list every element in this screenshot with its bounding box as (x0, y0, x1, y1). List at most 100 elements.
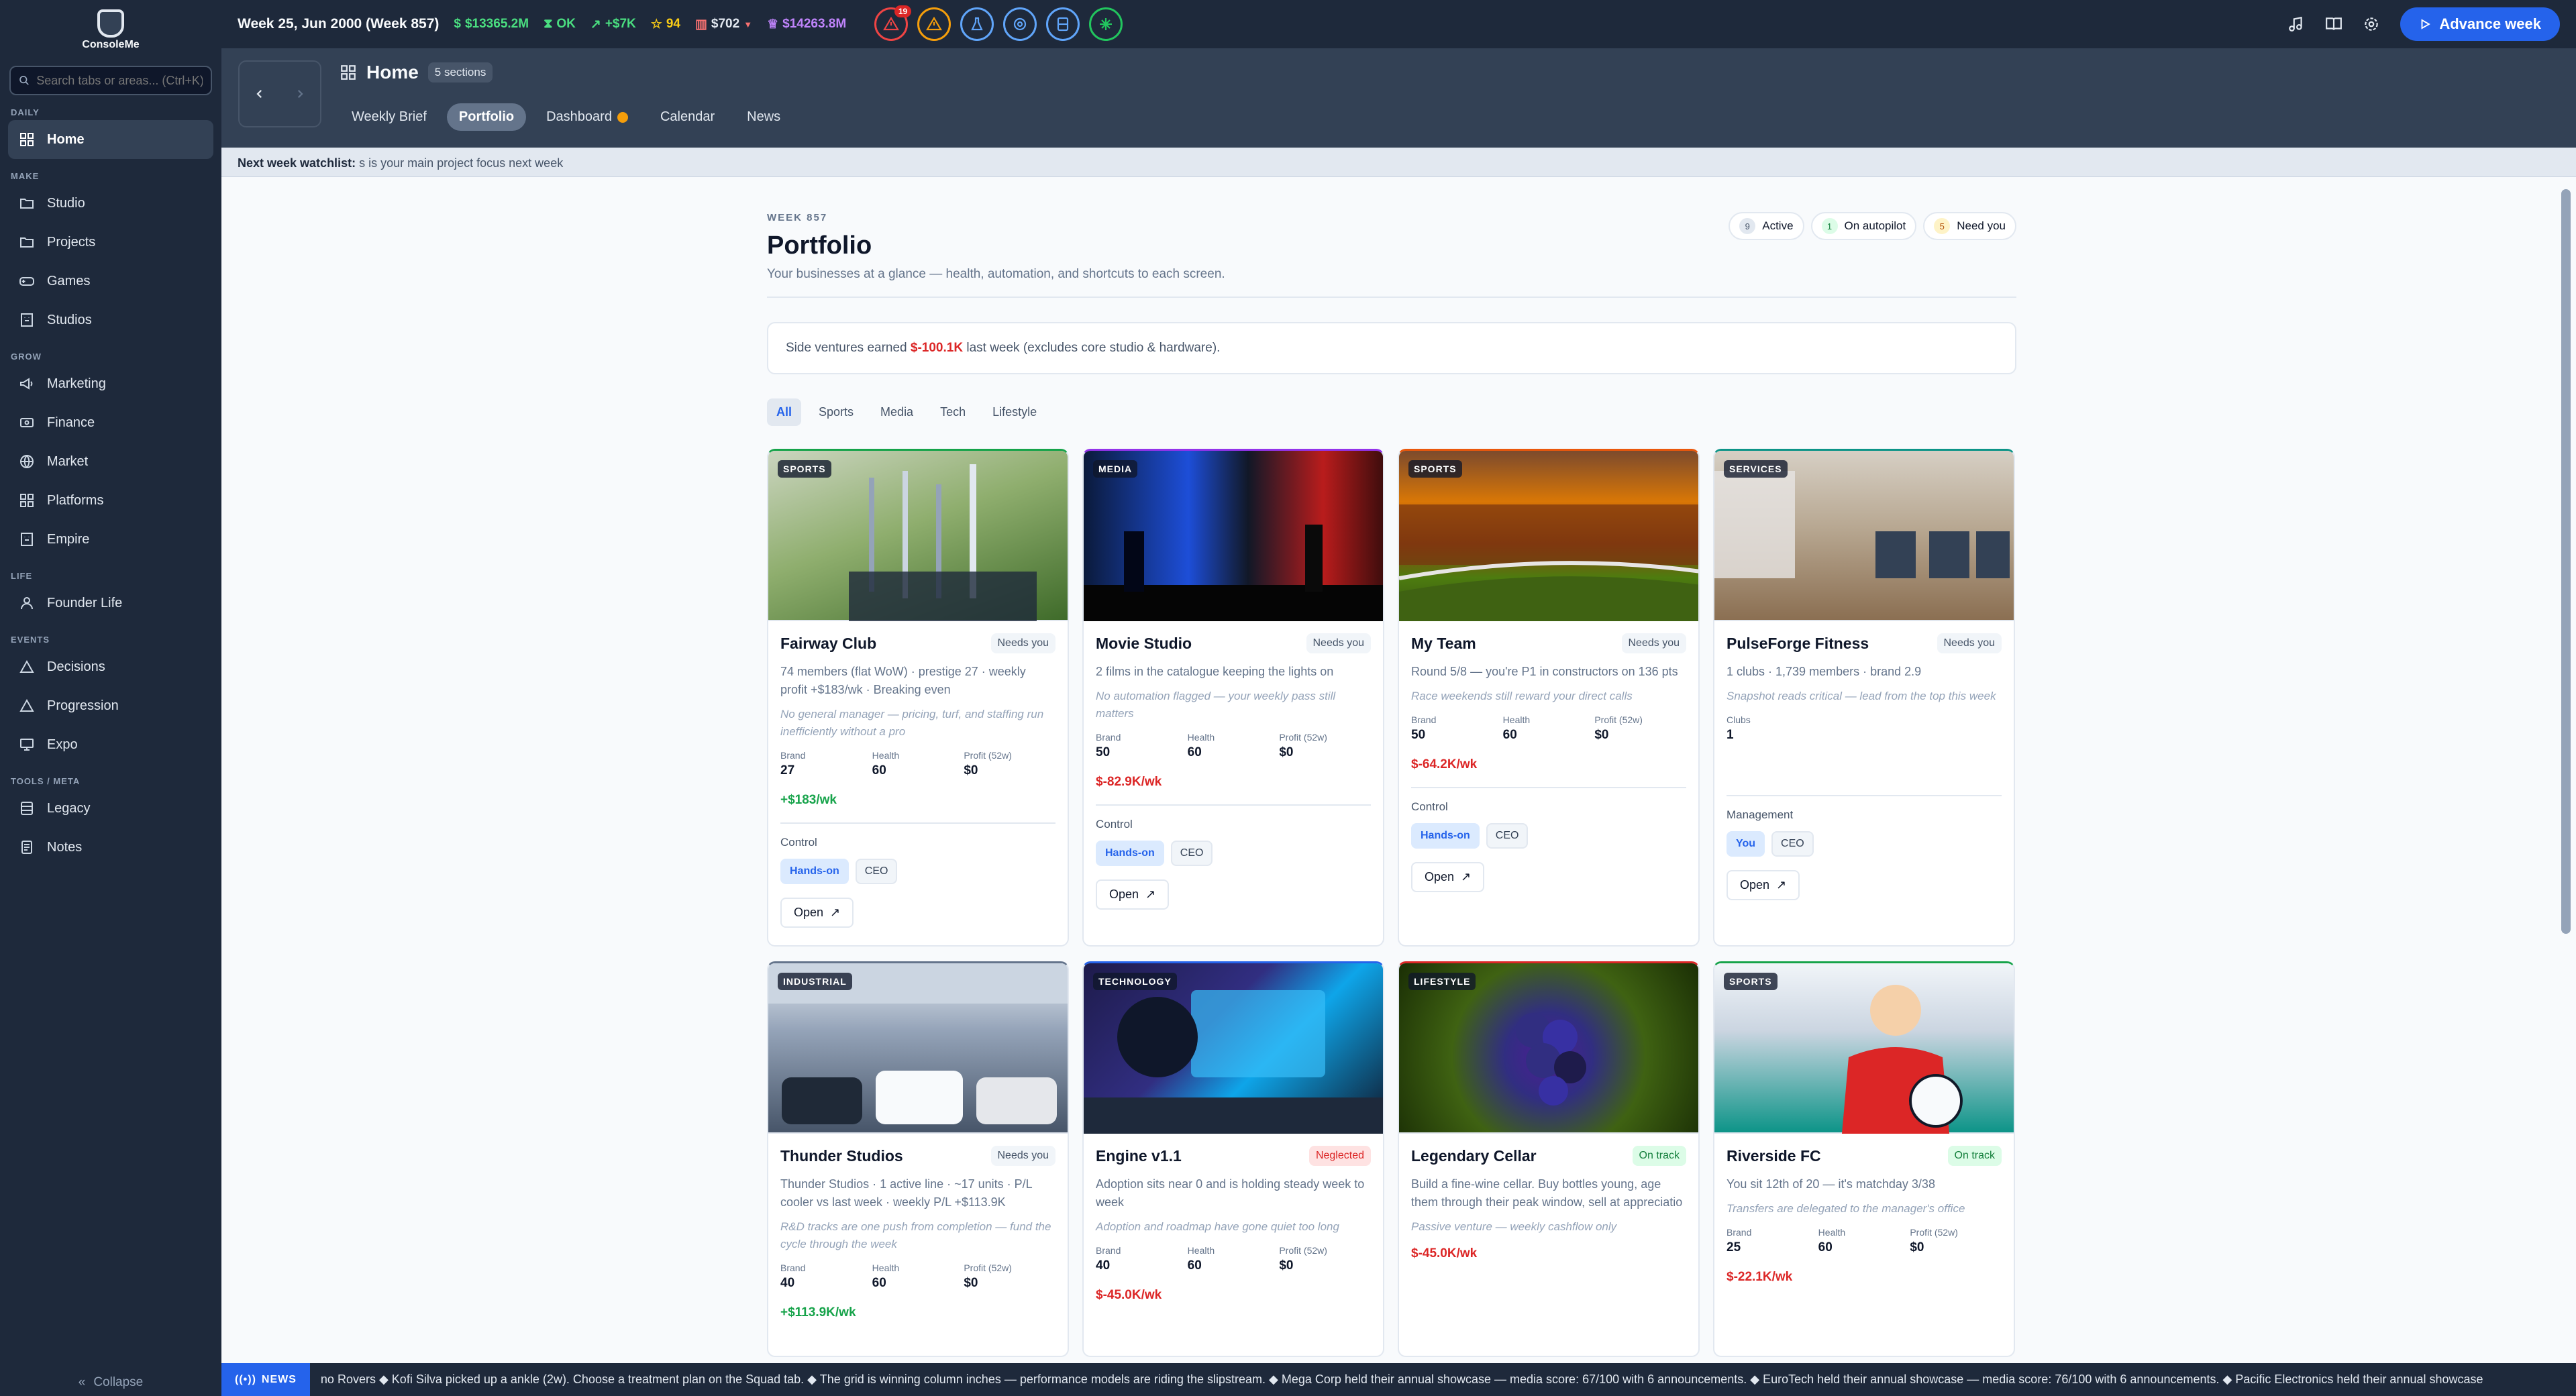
ceo-button[interactable]: CEO (1170, 841, 1213, 866)
sidebar-item-decisions[interactable]: Decisions (8, 647, 213, 686)
business-card-pulseforge-fitness[interactable]: SERVICES PulseForge Fitness Needs you 1 c… (1713, 449, 2015, 947)
active-chip[interactable]: 9 Active (1729, 212, 1804, 240)
card-title: My Team (1411, 634, 1476, 652)
cash-value: $13365.2M (464, 17, 529, 31)
sidebar-item-notes[interactable]: Notes (8, 828, 213, 867)
brand-value: 40 (1096, 1258, 1111, 1273)
business-card-riverside-fc[interactable]: SPORTS Riverside FC On track You sit 12th… (1713, 961, 2015, 1357)
tab-portfolio[interactable]: Portfolio (446, 103, 527, 131)
card-metrics: Brand 50 Health 60 Profit (52w) $0 (1411, 714, 1686, 743)
sidebar-item-projects[interactable]: Projects (8, 223, 213, 262)
film-alert-button[interactable] (1046, 7, 1080, 41)
warning-alert-button[interactable] (917, 7, 951, 41)
brand-value: 40 (780, 1276, 795, 1290)
open-button[interactable]: Open ↗ (1727, 870, 1800, 900)
health-value: 60 (1818, 1240, 1833, 1254)
card-metrics: Brand 40 Health 60 Profit (52w) $0 (780, 1263, 1055, 1291)
open-button[interactable]: Open ↗ (1096, 879, 1170, 910)
sidebar-item-marketing[interactable]: Marketing (8, 364, 213, 403)
you-button[interactable]: You (1727, 831, 1765, 857)
lab-alert-button[interactable] (960, 7, 994, 41)
sidebar-item-home[interactable]: Home (8, 120, 213, 159)
app-logo[interactable]: ConsoleMe (60, 7, 161, 54)
sidebar-item-games[interactable]: Games (8, 262, 213, 301)
business-card-movie-studio[interactable]: MEDIA Movie Studio Needs you 2 films in t… (1082, 449, 1384, 947)
metric-label: Health (1187, 732, 1215, 743)
ceo-button[interactable]: CEO (855, 859, 898, 884)
category-badge: SPORTS (778, 460, 831, 478)
card-note: R&D tracks are one push from completion … (780, 1220, 1051, 1250)
back-button[interactable] (240, 62, 280, 126)
sidebar-item-legacy[interactable]: Legacy (8, 789, 213, 828)
gem-icon: ♕ (767, 17, 779, 32)
business-card-my-team[interactable]: SPORTS My Team Needs you Round 5/8 — you'… (1398, 449, 1700, 947)
need-you-chip[interactable]: 5 Need you (1923, 212, 2016, 240)
news-tag[interactable]: ((•)) NEWS (221, 1363, 310, 1396)
building-icon (21, 533, 33, 546)
tab-news[interactable]: News (735, 103, 792, 131)
sidebar-item-label: Progression (47, 698, 119, 713)
filter-tech[interactable]: Tech (931, 398, 975, 426)
tab-calendar[interactable]: Calendar (648, 103, 727, 131)
logo-area: ConsoleMe (0, 0, 221, 60)
filter-lifestyle[interactable]: Lifestyle (983, 398, 1046, 426)
filter-sports[interactable]: Sports (809, 398, 863, 426)
hands-on-button[interactable]: Hands-on (1411, 823, 1480, 849)
book-icon[interactable] (2325, 15, 2342, 33)
business-card-thunder-studios[interactable]: INDUSTRIAL Thunder Studios Needs you Thun… (767, 961, 1069, 1357)
divider (767, 297, 2016, 298)
scrollbar[interactable] (2561, 185, 2571, 1346)
banner-amount: $-100.1K (910, 341, 964, 355)
sparkle-alert-button[interactable] (1089, 7, 1123, 41)
sidebar-item-label: Expo (47, 737, 78, 752)
target-alert-button[interactable] (1003, 7, 1037, 41)
sidebar-item-market[interactable]: Market (8, 442, 213, 481)
business-card-fairway-club[interactable]: SPORTS Fairway Club Needs you 74 members … (767, 449, 1069, 947)
sidebar-item-platforms[interactable]: Platforms (8, 481, 213, 520)
sidebar-item-studios[interactable]: Studios (8, 301, 213, 339)
sidebar-item-studio[interactable]: Studio (8, 184, 213, 223)
status-value: OK (556, 17, 576, 31)
sidebar-item-label: Projects (47, 234, 96, 250)
search-input[interactable] (36, 73, 203, 88)
critical-alert-button[interactable]: 19 (874, 5, 912, 41)
sidebar-item-finance[interactable]: Finance (8, 403, 213, 442)
hands-on-button[interactable]: Hands-on (780, 859, 849, 884)
tab-weekly-brief[interactable]: Weekly Brief (340, 103, 439, 131)
business-card-engine[interactable]: TECHNOLOGY Engine v1.1 Neglected Adoption… (1082, 961, 1384, 1357)
business-card-legendary-cellar[interactable]: LIFESTYLE Legendary Cellar On track Build… (1398, 961, 1700, 1357)
sidebar-item-empire[interactable]: Empire (8, 520, 213, 559)
collapse-button[interactable]: « Collapse (0, 1369, 221, 1396)
sidebar-item-founder-life[interactable]: Founder Life (8, 584, 213, 623)
autopilot-chip[interactable]: 1 On autopilot (1810, 212, 1917, 240)
search-box[interactable] (9, 66, 212, 95)
open-button[interactable]: Open ↗ (1411, 862, 1485, 892)
health-value: 60 (872, 763, 886, 777)
scrollbar-thumb[interactable] (2561, 189, 2571, 934)
music-icon[interactable] (2287, 15, 2305, 33)
sidebar-item-label: Legacy (47, 800, 91, 816)
filter-media[interactable]: Media (871, 398, 923, 426)
sidebar-item-label: Studio (47, 195, 85, 211)
forward-button[interactable] (280, 62, 320, 126)
gear-icon[interactable] (2363, 15, 2380, 33)
price-value: $702 (711, 17, 740, 31)
control-label: Control (780, 836, 817, 849)
health-value: 60 (1502, 728, 1517, 742)
sidebar-item-expo[interactable]: Expo (8, 725, 213, 764)
open-button[interactable]: Open ↗ (780, 898, 854, 928)
card-description: You sit 12th of 20 — it's matchday 3/38 (1727, 1177, 1935, 1191)
football-player-image: SPORTS (1714, 963, 2014, 1134)
weekly-profit: $-22.1K/wk (1727, 1270, 1793, 1284)
hands-on-button[interactable]: Hands-on (1096, 841, 1164, 866)
card-note: Transfers are delegated to the manager's… (1727, 1202, 1965, 1215)
divider (1096, 804, 1371, 806)
advance-week-button[interactable]: Advance week (2400, 7, 2560, 41)
sidebar-item-progression[interactable]: Progression (8, 686, 213, 725)
card-note: No automation flagged — your weekly pass… (1096, 690, 1336, 720)
card-metrics: Brand 50 Health 60 Profit (52w) $0 (1096, 732, 1371, 760)
ceo-button[interactable]: CEO (1771, 831, 1814, 857)
tab-dashboard[interactable]: Dashboard (534, 103, 640, 131)
filter-all[interactable]: All (767, 398, 802, 426)
ceo-button[interactable]: CEO (1486, 823, 1529, 849)
